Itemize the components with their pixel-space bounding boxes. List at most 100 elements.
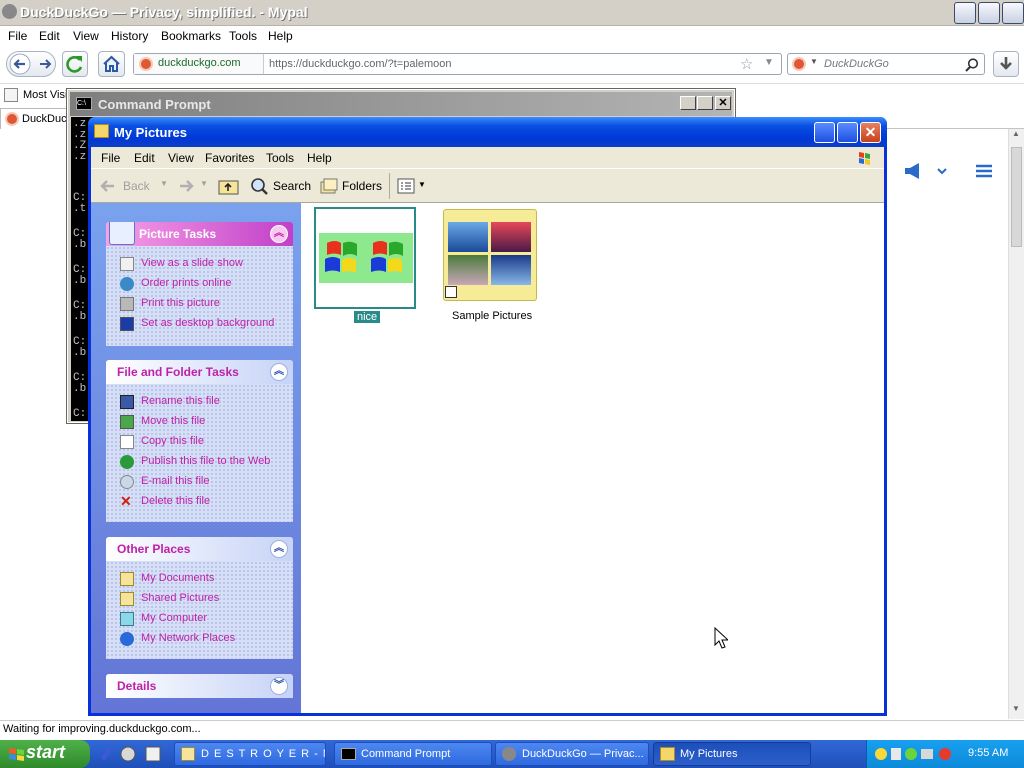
scrollbar-thumb[interactable] <box>1011 147 1022 247</box>
cmd-close-button[interactable]: ✕ <box>715 96 731 110</box>
xp-menu-tools[interactable]: Tools <box>266 151 294 165</box>
other-places-header[interactable]: Other Places ︽ <box>106 537 293 561</box>
site-identity[interactable]: duckduckgo.com <box>134 54 264 74</box>
scroll-up-icon[interactable]: ▲ <box>1012 129 1020 138</box>
url-bar[interactable]: duckduckgo.com https://duckduckgo.com/?t… <box>133 53 782 75</box>
my-pictures-window[interactable]: My Pictures ✕ File Edit View Favorites T… <box>88 117 887 716</box>
taskbar-my-pictures[interactable]: My Pictures <box>653 742 811 766</box>
copy-icon <box>120 435 134 449</box>
xp-menu-view[interactable]: View <box>168 151 194 165</box>
views-dropdown-icon[interactable]: ▼ <box>418 180 426 189</box>
place-my-documents[interactable]: My Documents <box>106 569 293 589</box>
search-magnifier-icon <box>251 178 268 195</box>
collapse-chevron-icon[interactable]: ︽ <box>270 540 288 558</box>
collapse-chevron-icon[interactable]: ︽ <box>270 225 288 243</box>
expand-chevron-icon[interactable]: ︾ <box>270 677 288 695</box>
menu-file[interactable]: File <box>8 29 27 43</box>
folder-name-sample-pictures[interactable]: Sample Pictures <box>452 310 532 322</box>
menu-tools[interactable]: Tools <box>229 29 257 43</box>
page-scrollbar[interactable]: ▲ ▼ <box>1008 129 1024 719</box>
home-button[interactable] <box>98 51 125 77</box>
task-publish-web[interactable]: Publish this file to the Web <box>106 452 293 472</box>
xp-menu-file[interactable]: File <box>101 151 120 165</box>
explorer-titlebar[interactable]: My Pictures ✕ <box>88 117 887 147</box>
task-view-slideshow[interactable]: View as a slide show <box>106 254 293 274</box>
menu-bookmarks[interactable]: Bookmarks <box>161 29 221 43</box>
url-dropdown-icon[interactable]: ▼ <box>764 57 774 68</box>
place-shared-pictures[interactable]: Shared Pictures <box>106 589 293 609</box>
bookmark-star-icon[interactable]: ☆ <box>740 55 753 73</box>
restore-button[interactable] <box>978 2 1000 24</box>
reload-button[interactable] <box>62 51 88 77</box>
taskbar-duckduckgo[interactable]: DuckDuckGo — Privac... <box>495 742 649 766</box>
task-print-picture[interactable]: Print this picture <box>106 294 293 314</box>
task-delete-file[interactable]: ✕ Delete this file <box>106 492 293 512</box>
file-item-nice[interactable] <box>314 207 416 309</box>
search-engine-icon[interactable] <box>792 57 806 71</box>
megaphone-icon[interactable] <box>902 160 948 182</box>
downloads-button[interactable] <box>993 51 1019 77</box>
cmd-titlebar[interactable]: C:\ Command Prompt ✕ <box>70 92 732 116</box>
url-text[interactable]: https://duckduckgo.com/?t=palemoon <box>269 58 452 70</box>
folders-icon <box>320 178 338 194</box>
xp-menu-edit[interactable]: Edit <box>134 151 155 165</box>
search-bar[interactable]: ▼ DuckDuckGo <box>787 53 985 75</box>
menu-view[interactable]: View <box>73 29 99 43</box>
task-rename-file[interactable]: Rename this file <box>106 392 293 412</box>
explorer-minimize-button[interactable] <box>814 122 835 143</box>
task-copy-file[interactable]: Copy this file <box>106 432 293 452</box>
back-forward-group[interactable] <box>6 51 56 77</box>
folders-button[interactable]: Folders <box>319 175 383 197</box>
tray-icons[interactable] <box>873 745 959 763</box>
taskbar-destroyer[interactable]: D E S T R O Y E R - N... <box>174 742 326 766</box>
bookmark-most-visited[interactable]: Most Visit <box>23 89 70 101</box>
cmd-maximize-button[interactable] <box>697 96 713 110</box>
tab-duckduckgo[interactable]: DuckDuckGo <box>0 108 87 129</box>
printer-icon <box>120 297 134 311</box>
file-name-nice[interactable]: nice <box>354 311 381 323</box>
scroll-down-icon[interactable]: ▼ <box>1012 704 1020 713</box>
engine-dropdown-icon[interactable]: ▼ <box>810 57 818 66</box>
file-view[interactable]: nice Sample Pictures <box>301 203 884 713</box>
back-button[interactable]: Back ▼ <box>99 176 171 196</box>
forward-button[interactable]: ▼ <box>177 176 211 196</box>
task-order-prints[interactable]: Order prints online <box>106 274 293 294</box>
xp-menu-help[interactable]: Help <box>307 151 332 165</box>
back-dropdown-icon[interactable]: ▼ <box>160 179 168 188</box>
task-set-desktop-background[interactable]: Set as desktop background <box>106 314 293 334</box>
file-folder-tasks-header[interactable]: File and Folder Tasks ︽ <box>106 360 293 384</box>
details-header[interactable]: Details ︾ <box>106 674 293 698</box>
up-folder-icon[interactable] <box>218 176 240 196</box>
search-button[interactable]: Search <box>249 175 311 197</box>
task-email-file[interactable]: E-mail this file <box>106 472 293 492</box>
search-placeholder[interactable]: DuckDuckGo <box>824 58 889 70</box>
quick-launch-icons[interactable] <box>98 745 170 763</box>
search-icon[interactable] <box>964 57 980 73</box>
collapse-chevron-icon[interactable]: ︽ <box>270 363 288 381</box>
cmd-minimize-button[interactable] <box>680 96 696 110</box>
file-folder-tasks-body: Rename this file Move this file Copy thi… <box>106 384 293 522</box>
minimize-button[interactable] <box>954 2 976 24</box>
menu-edit[interactable]: Edit <box>39 29 60 43</box>
place-network[interactable]: My Network Places <box>106 629 293 649</box>
xp-menu-favorites[interactable]: Favorites <box>205 151 254 165</box>
folder-item-sample-pictures[interactable] <box>443 209 537 301</box>
explorer-close-button[interactable]: ✕ <box>860 122 881 143</box>
my-pictures-taskbar-icon <box>660 747 675 761</box>
views-icon <box>397 178 415 194</box>
menu-help[interactable]: Help <box>268 29 293 43</box>
hamburger-menu-icon[interactable] <box>974 162 994 180</box>
browser-titlebar[interactable]: DuckDuckGo — Privacy, simplified. - Mypa… <box>0 0 1024 26</box>
browser-window-title: DuckDuckGo — Privacy, simplified. - Mypa… <box>20 4 308 20</box>
explorer-menubar: File Edit View Favorites Tools Help <box>91 147 884 169</box>
close-button[interactable] <box>1002 2 1024 24</box>
place-my-computer[interactable]: My Computer <box>106 609 293 629</box>
explorer-maximize-button[interactable] <box>837 122 858 143</box>
forward-dropdown-icon[interactable]: ▼ <box>200 179 208 188</box>
taskbar-command-prompt[interactable]: Command Prompt <box>334 742 492 766</box>
start-button[interactable]: start <box>0 740 90 768</box>
task-move-file[interactable]: Move this file <box>106 412 293 432</box>
back-arrow-icon <box>100 180 114 192</box>
menu-history[interactable]: History <box>111 29 148 43</box>
views-button[interactable]: ▼ <box>396 176 426 196</box>
